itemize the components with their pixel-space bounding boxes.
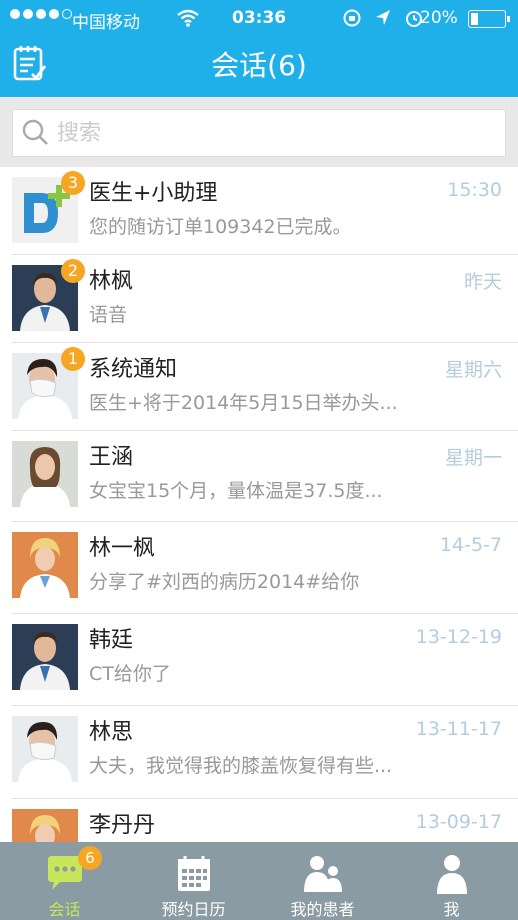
message-time: 13-12-19 <box>415 626 502 648</box>
conversation-row[interactable]: 王涵 星期一女宝宝15个月，量体温是37.5度... <box>0 431 518 522</box>
message-time: 星期六 <box>444 359 502 381</box>
message-preview: 您的随访订单109342已完成。 <box>89 216 352 238</box>
tab-badge: 6 <box>78 846 102 870</box>
search-icon <box>22 119 48 145</box>
status-icons <box>342 8 424 28</box>
header-bar: 中国移动 03:36 20% 会话(6) <box>0 0 518 97</box>
contact-name: 林思 <box>89 720 134 745</box>
location-arrow-icon <box>376 10 390 25</box>
message-preview: CT给你了 <box>89 663 171 685</box>
search-box[interactable] <box>12 109 506 157</box>
contact-name: 李丹丹 <box>89 813 156 838</box>
tab-label: 我的患者 <box>290 900 355 919</box>
tab-label: 我 <box>443 900 460 919</box>
conversation-row[interactable]: 1 系统通知 星期六医生+将于2014年5月15日举办头... <box>0 343 518 431</box>
tab-bar: 6 会话 预约日历 我的患者 我 <box>0 842 518 920</box>
status-bar: 中国移动 03:36 20% <box>0 0 518 36</box>
unread-badge: 3 <box>61 171 85 195</box>
message-time: 星期一 <box>444 447 502 469</box>
patients-icon <box>304 856 342 892</box>
avatar[interactable] <box>12 441 78 507</box>
search-bar-container <box>0 97 518 167</box>
message-preview: 医生+将于2014年5月15日举办头... <box>89 392 398 414</box>
calendar-icon <box>178 856 210 891</box>
message-time: 14-5-7 <box>439 534 502 556</box>
tab-label: 预约日历 <box>161 900 226 919</box>
battery-icon <box>468 10 510 28</box>
message-time: 13-09-17 <box>415 811 502 833</box>
conversation-row[interactable]: 林思 13-11-17 大夫，我觉得我的膝盖恢复得有些... <box>0 706 518 799</box>
contact-name: 王涵 <box>89 445 134 470</box>
signal-strength-icon <box>10 9 72 19</box>
tab-label: 会话 <box>48 900 81 919</box>
battery-percentage: 20% <box>420 8 458 28</box>
carrier-label: 中国移动 <box>72 13 140 33</box>
wifi-icon <box>177 9 199 27</box>
unread-badge: 2 <box>61 259 85 283</box>
contact-name: 林一枫 <box>89 536 156 561</box>
person-icon <box>437 855 467 894</box>
tab-patients[interactable]: 我的患者 <box>258 842 387 920</box>
contact-name: 医生+小助理 <box>89 181 218 206</box>
tab-calendar[interactable]: 预约日历 <box>129 842 258 920</box>
message-preview: 语音 <box>89 304 128 326</box>
search-input[interactable] <box>55 116 489 150</box>
contact-name: 系统通知 <box>89 357 178 382</box>
message-preview: 女宝宝15个月，量体温是37.5度... <box>89 480 383 502</box>
rotation-lock-icon <box>343 9 361 27</box>
contact-name: 林枫 <box>89 269 134 294</box>
message-preview: 大夫，我觉得我的膝盖恢复得有些... <box>89 755 393 777</box>
tab-conversations[interactable]: 6 会话 <box>0 842 129 920</box>
message-time: 15:30 <box>447 179 502 201</box>
conversation-row[interactable]: 韩廷 13-12-19 CT给你了 <box>0 614 518 706</box>
conversation-row[interactable]: 3 医生+小助理 15:30 您的随访订单109342已完成。 <box>0 167 518 255</box>
conversation-row[interactable]: 2 林枫 昨天语音 <box>0 255 518 343</box>
page-title: 会话(6) <box>211 49 307 82</box>
message-time: 13-11-17 <box>415 718 502 740</box>
avatar[interactable] <box>12 624 78 690</box>
contact-name: 韩廷 <box>89 628 134 653</box>
status-time: 03:36 <box>232 8 287 28</box>
message-preview: 分享了#刘西的病历2014#给你 <box>89 571 360 593</box>
unread-badge: 1 <box>61 347 85 371</box>
avatar[interactable] <box>12 532 78 598</box>
message-time: 昨天 <box>463 271 502 293</box>
avatar[interactable] <box>12 716 78 782</box>
tab-me[interactable]: 我 <box>387 842 516 920</box>
conversation-row[interactable]: 林一枫 14-5-7 分享了#刘西的病历2014#给你 <box>0 522 518 614</box>
